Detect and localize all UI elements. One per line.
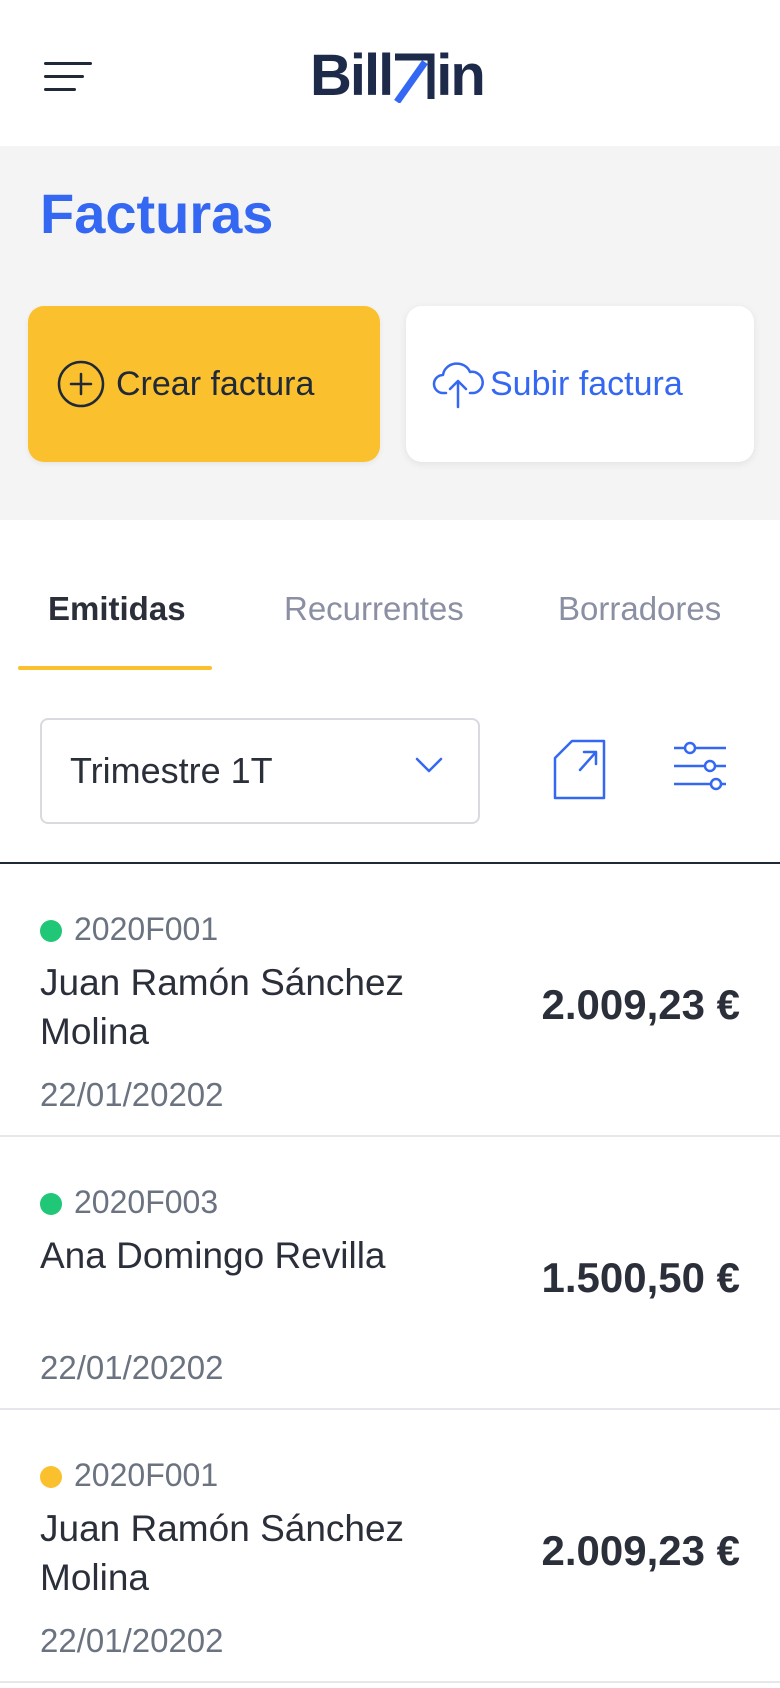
- client-name: Juan Ramón Sánchez Molina: [40, 1508, 405, 1598]
- filter-sliders-icon[interactable]: [672, 740, 728, 797]
- invoice-date: 22/01/20202: [40, 1349, 224, 1386]
- upload-invoice-button[interactable]: Subir factura: [406, 306, 754, 462]
- invoice-amount: 2.009,23 €: [541, 981, 740, 1028]
- upload-invoice-label: Subir factura: [490, 364, 683, 403]
- invoice-date: 22/01/20202: [40, 1076, 224, 1113]
- invoice-id: 2020F001: [74, 911, 219, 947]
- tab-bar: Emitidas Recurrentes Borradores: [0, 520, 780, 670]
- tab-borradores[interactable]: Borradores: [558, 592, 721, 625]
- filter-row: Trimestre 1T: [0, 700, 780, 850]
- invoice-row[interactable]: 2020F001 Juan Ramón Sánchez Molina 22/01…: [0, 1410, 780, 1683]
- period-select-value: Trimestre 1T: [70, 750, 273, 791]
- active-tab-indicator: [18, 666, 212, 670]
- invoice-list: 2020F001 Juan Ramón Sánchez Molina 22/01…: [0, 864, 780, 1683]
- logo-text-right: in: [436, 43, 486, 108]
- logo-text-left: Bill: [310, 43, 394, 108]
- top-bar: Bill in: [0, 0, 780, 146]
- invoice-amount: 2.009,23 €: [541, 1527, 740, 1574]
- client-name: Ana Domingo Revilla: [40, 1235, 386, 1276]
- invoice-date: 22/01/20202: [40, 1622, 224, 1659]
- invoice-id: 2020F001: [74, 1457, 219, 1493]
- invoice-id: 2020F003: [74, 1184, 219, 1220]
- create-invoice-button[interactable]: Crear factura: [28, 306, 380, 462]
- period-select[interactable]: Trimestre 1T: [40, 718, 480, 824]
- plus-circle-icon: [57, 360, 105, 408]
- invoice-amount: 1.500,50 €: [541, 1254, 740, 1301]
- menu-icon[interactable]: [40, 56, 94, 96]
- tab-emitidas[interactable]: Emitidas: [48, 592, 186, 625]
- invoice-row[interactable]: 2020F001 Juan Ramón Sánchez Molina 22/01…: [0, 864, 780, 1137]
- export-document-icon[interactable]: [552, 738, 608, 807]
- hero-section: Facturas Crear factura Subir factura: [0, 146, 780, 520]
- billin-logo: Bill in: [310, 43, 486, 108]
- cloud-upload-icon: [432, 362, 484, 409]
- invoice-row[interactable]: 2020F003 Ana Domingo Revilla 22/01/20202…: [0, 1137, 780, 1410]
- chevron-down-icon: [415, 757, 443, 773]
- logo-arrow-icon: [394, 53, 435, 103]
- status-dot: [40, 920, 62, 942]
- page-title: Facturas: [40, 182, 274, 245]
- status-dot: [40, 1466, 62, 1488]
- create-invoice-label: Crear factura: [116, 364, 315, 403]
- tab-recurrentes[interactable]: Recurrentes: [284, 592, 464, 625]
- client-name: Juan Ramón Sánchez Molina: [40, 962, 405, 1052]
- status-dot: [40, 1193, 62, 1215]
